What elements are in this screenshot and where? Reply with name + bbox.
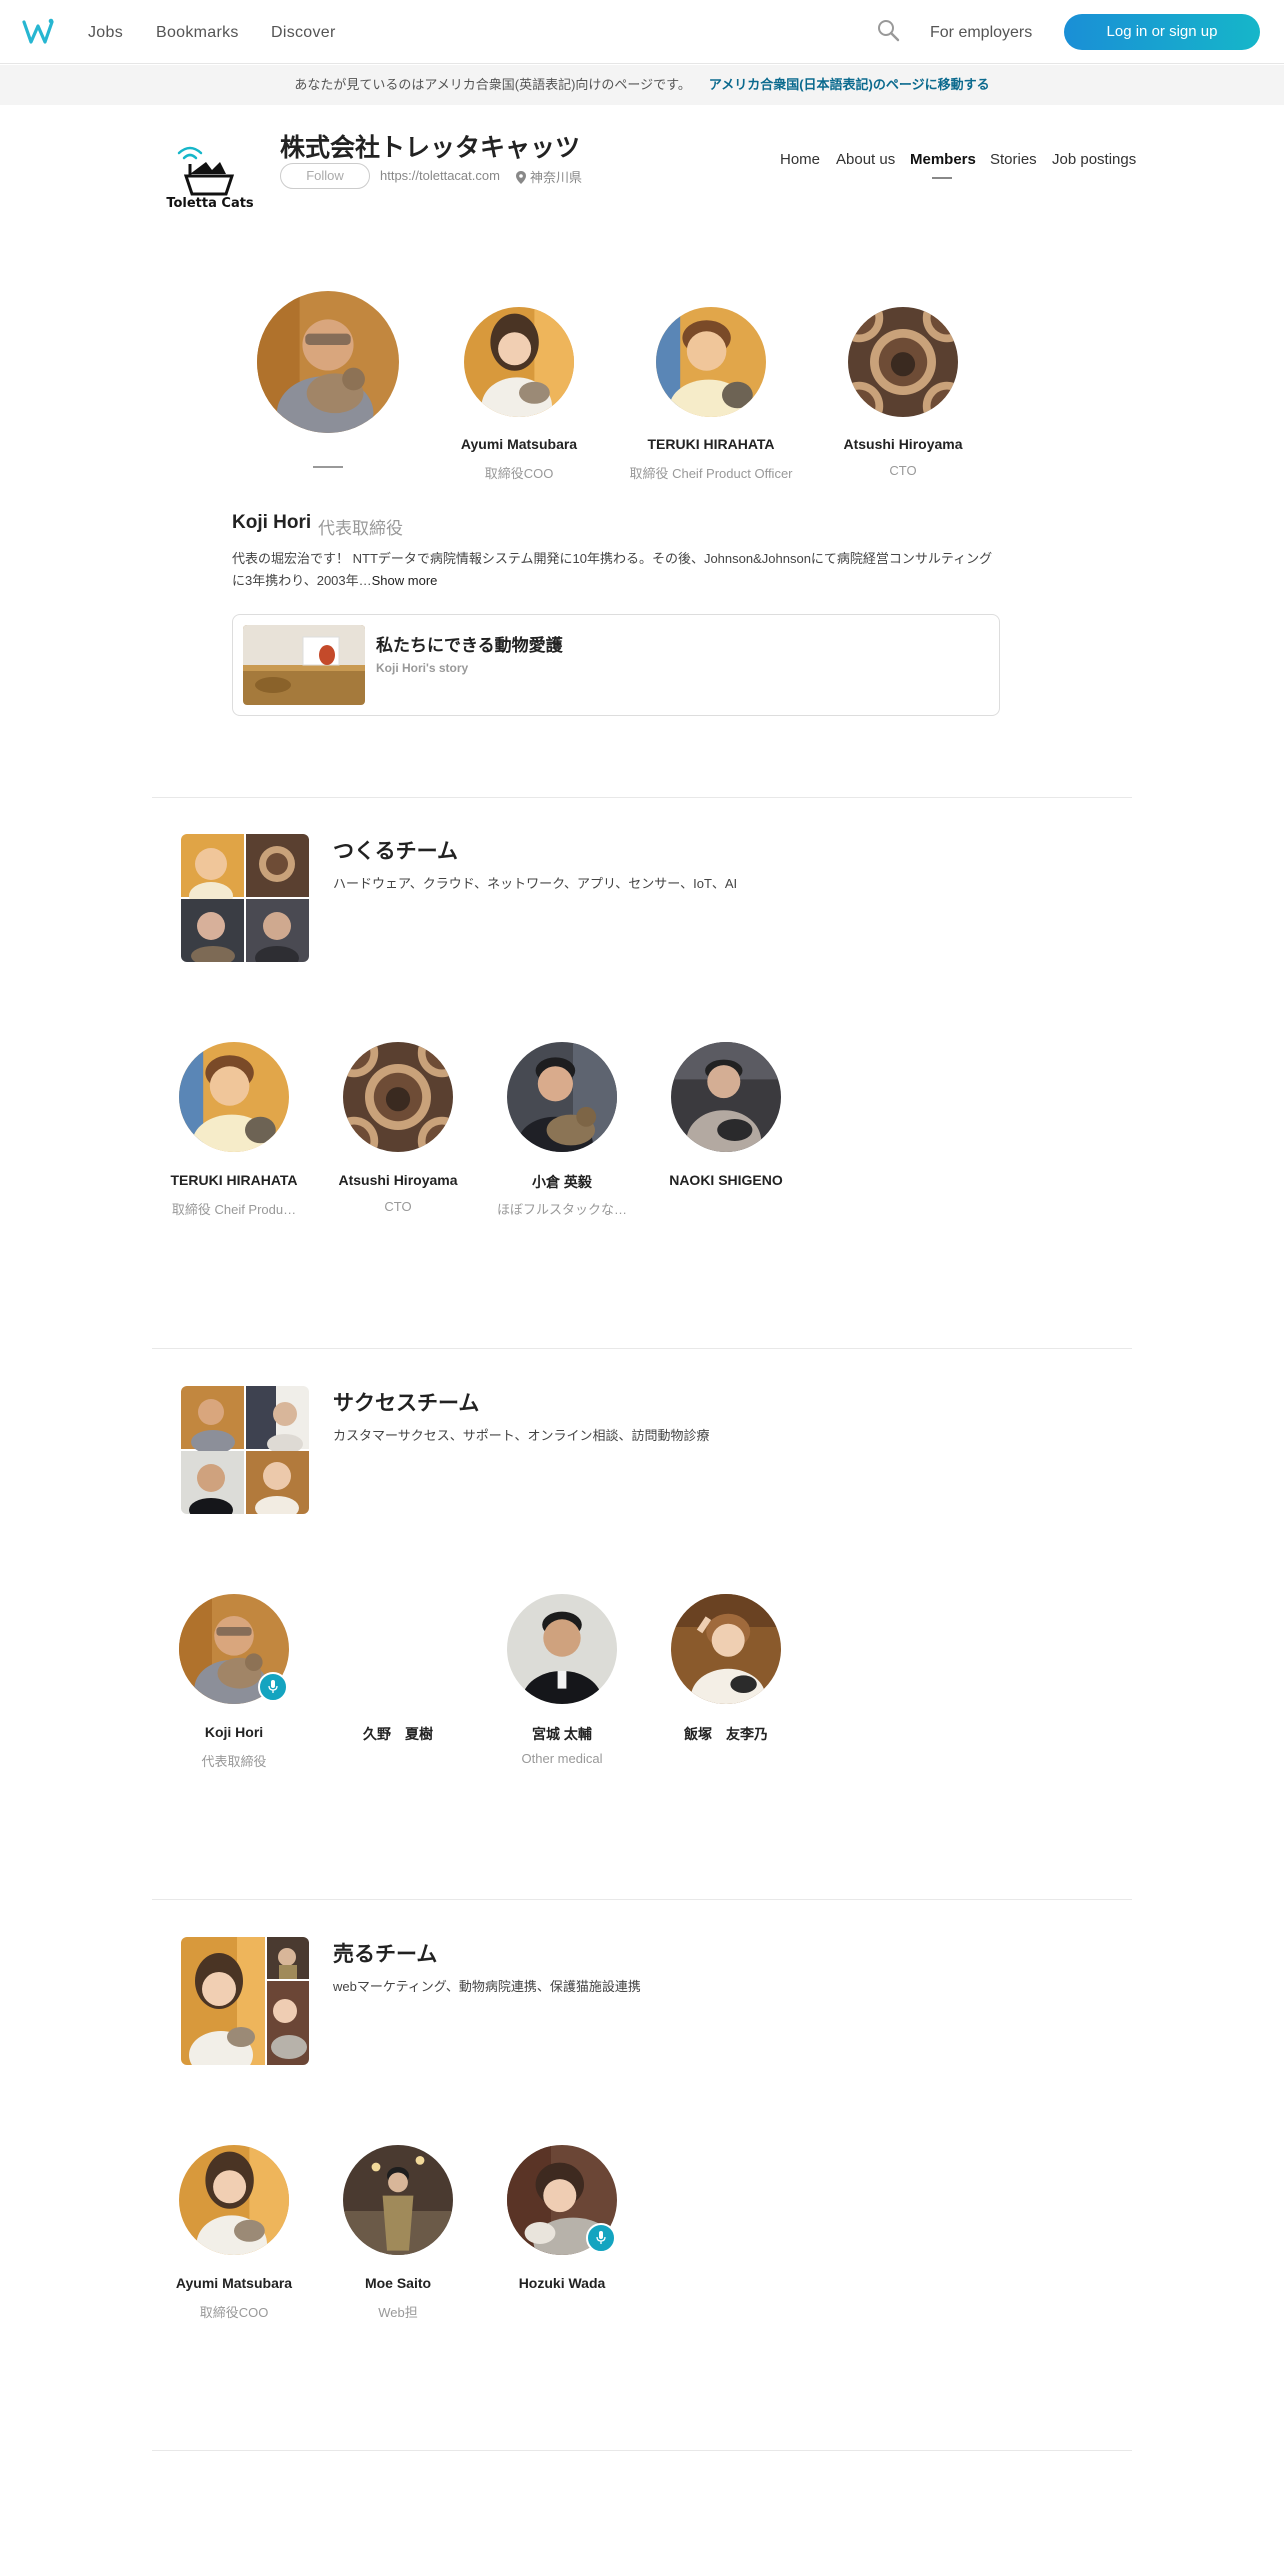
featured-description: 代表の堀宏治です！ NTTデータで病院情報システム開発に10年携わる。その後、J… [232, 548, 1002, 592]
avatar-member[interactable] [671, 1594, 781, 1704]
featured-name[interactable]: Koji Hori [232, 512, 311, 534]
member-role: Other medical [521, 1751, 603, 1766]
member-role: 代表取締役 [201, 1754, 267, 1769]
company-logo-text: Toletta Cats [166, 196, 254, 211]
member-role: ほぼフルスタックな… [496, 1202, 627, 1217]
section-divider [152, 2450, 1132, 2451]
for-employers-link[interactable]: For employers [930, 24, 1032, 42]
member-name[interactable]: 宮城 太輔 [482, 1724, 642, 1744]
location-pin-icon [516, 171, 526, 184]
leader-role: CTO [889, 463, 917, 478]
company-name: 株式会社トレッタキャッツ [280, 134, 581, 162]
member-name[interactable]: Hozuki Wada [482, 2275, 642, 2291]
search-icon[interactable] [876, 18, 902, 44]
top-nav: Jobs Bookmarks Discover For employers Lo… [0, 0, 1284, 64]
avatar-member[interactable] [343, 1042, 453, 1152]
team-thumbnail[interactable] [181, 834, 309, 962]
leader-name[interactable]: TERUKI HIRAHATA [631, 436, 791, 452]
avatar-member[interactable] [507, 1042, 617, 1152]
team-description: webマーケティング、動物病院連携、保護猫施設連携 [333, 1979, 641, 1994]
nav-jobs[interactable]: Jobs [88, 24, 123, 42]
tab-about-us[interactable]: About us [836, 151, 895, 168]
nav-bookmarks[interactable]: Bookmarks [156, 24, 239, 42]
nav-discover[interactable]: Discover [271, 24, 336, 42]
avatar-teruki-hirahata[interactable] [656, 307, 766, 417]
tab-home[interactable]: Home [780, 151, 820, 168]
team-title[interactable]: サクセスチーム [333, 1387, 479, 1417]
team-description: ハードウェア、クラウド、ネットワーク、アプリ、センサー、IoT、AI [333, 876, 738, 891]
section-divider [152, 1348, 1132, 1349]
team-description: カスタマーサクセス、サポート、オンライン相談、訪問動物診療 [333, 1428, 710, 1443]
photo-koji-hori [257, 291, 399, 433]
voice-badge[interactable] [258, 1672, 288, 1702]
team-thumbnail[interactable] [181, 1937, 309, 2065]
team-title[interactable]: つくるチーム [333, 835, 458, 865]
photo-ayumi-matsubara [464, 307, 574, 417]
avatar-member[interactable] [179, 2145, 289, 2255]
team-title[interactable]: 売るチーム [333, 1938, 437, 1968]
member-name[interactable]: TERUKI HIRAHATA [154, 1172, 314, 1188]
member-name[interactable]: Koji Hori [154, 1724, 314, 1740]
follow-button[interactable]: Follow [280, 163, 370, 189]
company-url[interactable]: https://tolettacat.com [380, 168, 500, 183]
member-name[interactable]: Atsushi Hiroyama [318, 1172, 478, 1188]
login-signup-button[interactable]: Log in or sign up [1064, 14, 1260, 50]
featured-description-text: 代表の堀宏治です！ NTTデータで病院情報システム開発に10年携わる。その後、J… [232, 551, 993, 588]
member-name[interactable]: Moe Saito [318, 2275, 478, 2291]
member-name[interactable]: 小倉 英毅 [482, 1172, 642, 1192]
member-name[interactable]: 飯塚 友李乃 [646, 1724, 806, 1744]
microphone-icon [268, 1680, 278, 1693]
featured-title: 代表取締役 [318, 519, 403, 538]
featured-selection-bar [313, 466, 343, 468]
avatar-koji-hori[interactable] [257, 291, 399, 433]
team-thumbnail[interactable] [181, 1386, 309, 1514]
leader-role: 取締役 Cheif Product Officer [629, 466, 793, 481]
voice-badge[interactable] [586, 2223, 616, 2253]
region-jump-link[interactable]: アメリカ合衆国(日本語表記)のページに移動する [709, 77, 990, 92]
photo-atsushi-hiroyama [848, 307, 958, 417]
avatar-member[interactable] [671, 1042, 781, 1152]
story-author: Koji Hori's story [376, 661, 469, 675]
wantedly-logo-icon[interactable] [22, 18, 54, 46]
member-role: Web担 [378, 2305, 418, 2320]
member-role: CTO [384, 1199, 412, 1214]
avatar-atsushi-hiroyama[interactable] [848, 307, 958, 417]
leader-role: 取締役COO [484, 466, 554, 481]
story-thumbnail [243, 625, 365, 705]
member-name[interactable]: 久野 夏樹 [318, 1724, 478, 1744]
member-name[interactable]: Ayumi Matsubara [154, 2275, 314, 2291]
region-banner: あなたが見ているのはアメリカ合衆国(英語表記)向けのページです。 アメリカ合衆国(… [0, 65, 1284, 105]
section-divider [152, 1899, 1132, 1900]
member-name[interactable]: NAOKI SHIGENO [646, 1172, 806, 1188]
member-role: 取締役COO [199, 2305, 269, 2320]
region-notice: あなたが見ているのはアメリカ合衆国(英語表記)向けのページです。 [294, 77, 691, 92]
avatar-member[interactable] [343, 2145, 453, 2255]
avatar-member[interactable] [507, 1594, 617, 1704]
show-more-link[interactable]: Show more [372, 573, 438, 588]
microphone-icon [596, 2231, 606, 2244]
leader-name[interactable]: Ayumi Matsubara [439, 436, 599, 452]
story-card[interactable]: 私たちにできる動物愛護 Koji Hori's story [232, 614, 1000, 716]
photo-teruki-hirahata [656, 307, 766, 417]
active-tab-indicator [932, 177, 952, 179]
tab-members[interactable]: Members [910, 151, 976, 168]
story-title: 私たちにできる動物愛護 [376, 636, 563, 655]
tab-job-postings[interactable]: Job postings [1052, 151, 1136, 168]
company-location-text: 神奈川県 [530, 170, 583, 185]
section-divider [152, 797, 1132, 798]
tab-stories[interactable]: Stories [990, 151, 1037, 168]
leader-name[interactable]: Atsushi Hiroyama [823, 436, 983, 452]
member-role: 取締役 Cheif Produ… [171, 1202, 297, 1217]
avatar-member[interactable] [179, 1042, 289, 1152]
company-location: 神奈川県 [516, 167, 582, 186]
avatar-ayumi-matsubara[interactable] [464, 307, 574, 417]
